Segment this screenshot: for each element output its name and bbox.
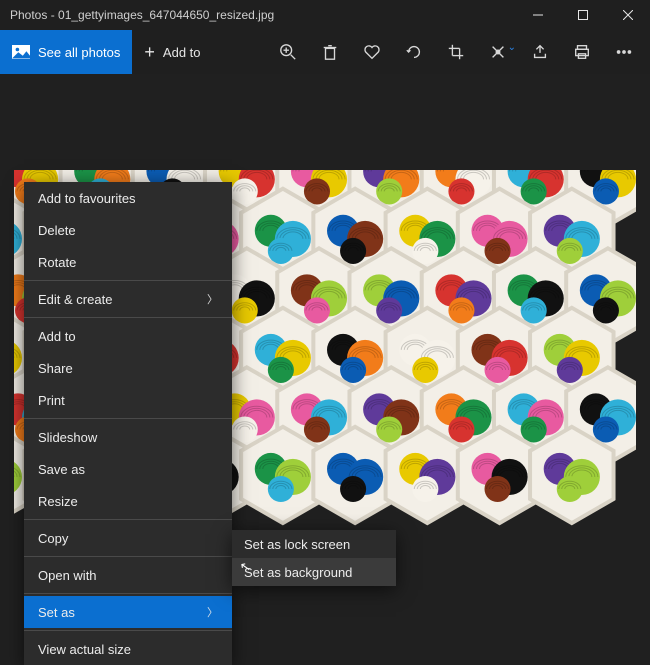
chevron-right-icon: 〉 (207, 291, 218, 307)
crop-button[interactable] (436, 30, 476, 74)
ctx-item-open-with[interactable]: Open with (24, 559, 232, 591)
chevron-down-icon: ⌄ (508, 42, 516, 53)
sub-item-label: Set as lock screen (244, 537, 350, 552)
ctx-item-label: Rotate (38, 255, 76, 270)
menu-separator (24, 317, 232, 318)
menu-separator (24, 593, 232, 594)
share-button[interactable] (520, 30, 560, 74)
ctx-item-label: Delete (38, 223, 76, 238)
titlebar: Photos - 01_gettyimages_647044650_resize… (0, 0, 650, 30)
ctx-item-label: Add to (38, 329, 76, 344)
see-all-photos-button[interactable]: See all photos (0, 30, 132, 74)
menu-separator (24, 519, 232, 520)
chevron-right-icon: 〉 (207, 604, 218, 620)
print-button[interactable] (562, 30, 602, 74)
ctx-item-label: Edit & create (38, 292, 112, 307)
sub-item-set-as-lock-screen[interactable]: Set as lock screen (232, 530, 396, 558)
sub-item-label: Set as background (244, 565, 352, 580)
ctx-item-save-as[interactable]: Save as (24, 453, 232, 485)
add-to-button[interactable]: + Add to (132, 30, 212, 74)
ctx-item-edit-create[interactable]: Edit & create 〉 (24, 283, 232, 315)
ctx-item-print[interactable]: Print (24, 384, 232, 416)
ctx-item-label: Open with (38, 568, 97, 583)
ctx-item-copy[interactable]: Copy (24, 522, 232, 554)
ctx-item-add-to[interactable]: Add to (24, 320, 232, 352)
maximize-button[interactable] (560, 0, 605, 30)
ctx-item-label: Add to favourites (38, 191, 136, 206)
plus-icon: + (144, 43, 155, 61)
zoom-button[interactable] (268, 30, 308, 74)
ctx-item-label: Slideshow (38, 430, 97, 445)
menu-separator (24, 418, 232, 419)
ctx-item-delete[interactable]: Delete (24, 214, 232, 246)
ctx-item-label: View actual size (38, 642, 131, 657)
ctx-item-rotate[interactable]: Rotate (24, 246, 232, 278)
sub-item-set-as-background[interactable]: Set as background (232, 558, 396, 586)
favourite-button[interactable] (352, 30, 392, 74)
toolbar-icons: ⌄ (268, 30, 650, 74)
menu-separator (24, 630, 232, 631)
ctx-item-label: Print (38, 393, 65, 408)
delete-button[interactable] (310, 30, 350, 74)
ctx-item-label: Share (38, 361, 73, 376)
more-button[interactable] (604, 30, 644, 74)
add-to-label: Add to (163, 45, 201, 60)
set-as-submenu: Set as lock screen Set as background (232, 530, 396, 586)
ctx-item-label: Copy (38, 531, 68, 546)
ctx-item-slideshow[interactable]: Slideshow (24, 421, 232, 453)
ctx-item-set-as[interactable]: Set as 〉 (24, 596, 232, 628)
ctx-item-label: Save as (38, 462, 85, 477)
minimize-button[interactable] (515, 0, 560, 30)
ctx-item-add-to-favourites[interactable]: Add to favourites (24, 182, 232, 214)
see-all-label: See all photos (38, 45, 120, 60)
ctx-item-label: Resize (38, 494, 78, 509)
menu-separator (24, 280, 232, 281)
ctx-item-share[interactable]: Share (24, 352, 232, 384)
rotate-button[interactable] (394, 30, 434, 74)
context-menu: Add to favourites Delete Rotate Edit & crea… (24, 182, 232, 665)
menu-separator (24, 556, 232, 557)
close-button[interactable] (605, 0, 650, 30)
ctx-item-view-actual-size[interactable]: View actual size (24, 633, 232, 665)
ctx-item-resize[interactable]: Resize (24, 485, 232, 517)
ctx-item-label: Set as (38, 605, 75, 620)
edit-button[interactable]: ⌄ (478, 30, 518, 74)
toolbar: See all photos + Add to ⌄ (0, 30, 650, 74)
photo-icon (12, 45, 30, 59)
window-title: Photos - 01_gettyimages_647044650_resize… (0, 8, 515, 22)
